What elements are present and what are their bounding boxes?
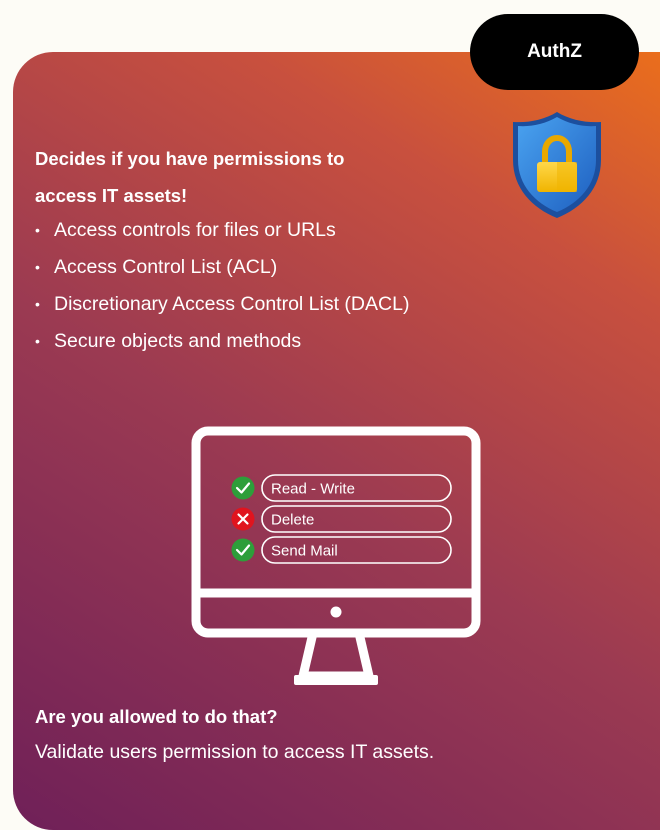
permission-label: Send Mail bbox=[271, 543, 338, 560]
permission-label: Read - Write bbox=[271, 481, 355, 498]
permission-label: Delete bbox=[271, 512, 314, 529]
permission-row: Delete bbox=[231, 505, 452, 533]
list-item: • Secure objects and methods bbox=[35, 323, 409, 360]
question-title: Are you allowed to do that? bbox=[35, 706, 278, 727]
bullet-icon: • bbox=[35, 296, 40, 312]
feature-list: • Access controls for files or URLs • Acce… bbox=[35, 212, 409, 360]
badge-label: AuthZ bbox=[527, 41, 582, 62]
check-icon bbox=[231, 476, 255, 500]
bullet-icon: • bbox=[35, 259, 40, 275]
permission-row: Read - Write bbox=[231, 474, 452, 502]
list-item-text: Access controls for files or URLs bbox=[54, 219, 336, 241]
check-icon bbox=[231, 538, 255, 562]
list-item-text: Secure objects and methods bbox=[54, 330, 302, 352]
list-item: • Discretionary Access Control List (DACL… bbox=[35, 286, 409, 323]
heading-line-1: Decides if you have permissions to bbox=[35, 148, 345, 169]
heading: Decides if you have permissions to acces… bbox=[35, 140, 475, 214]
bullet-icon: • bbox=[35, 333, 40, 349]
list-item-text: Access Control List (ACL) bbox=[54, 256, 278, 278]
shield-lock-icon bbox=[513, 112, 601, 218]
list-item: • Access controls for files or URLs bbox=[35, 212, 409, 249]
question-text: Validate users permission to access IT a… bbox=[35, 741, 435, 763]
bullet-icon: • bbox=[35, 222, 40, 238]
heading-line-2: access IT assets! bbox=[35, 185, 188, 206]
monitor-icon: Read - Write Delete Send Mail bbox=[191, 426, 481, 685]
authz-badge: AuthZ bbox=[470, 14, 639, 90]
permission-row: Send Mail bbox=[231, 536, 452, 564]
list-item-text: Discretionary Access Control List (DACL) bbox=[54, 293, 410, 315]
power-dot bbox=[330, 606, 342, 618]
list-item: • Access Control List (ACL) bbox=[35, 249, 409, 286]
